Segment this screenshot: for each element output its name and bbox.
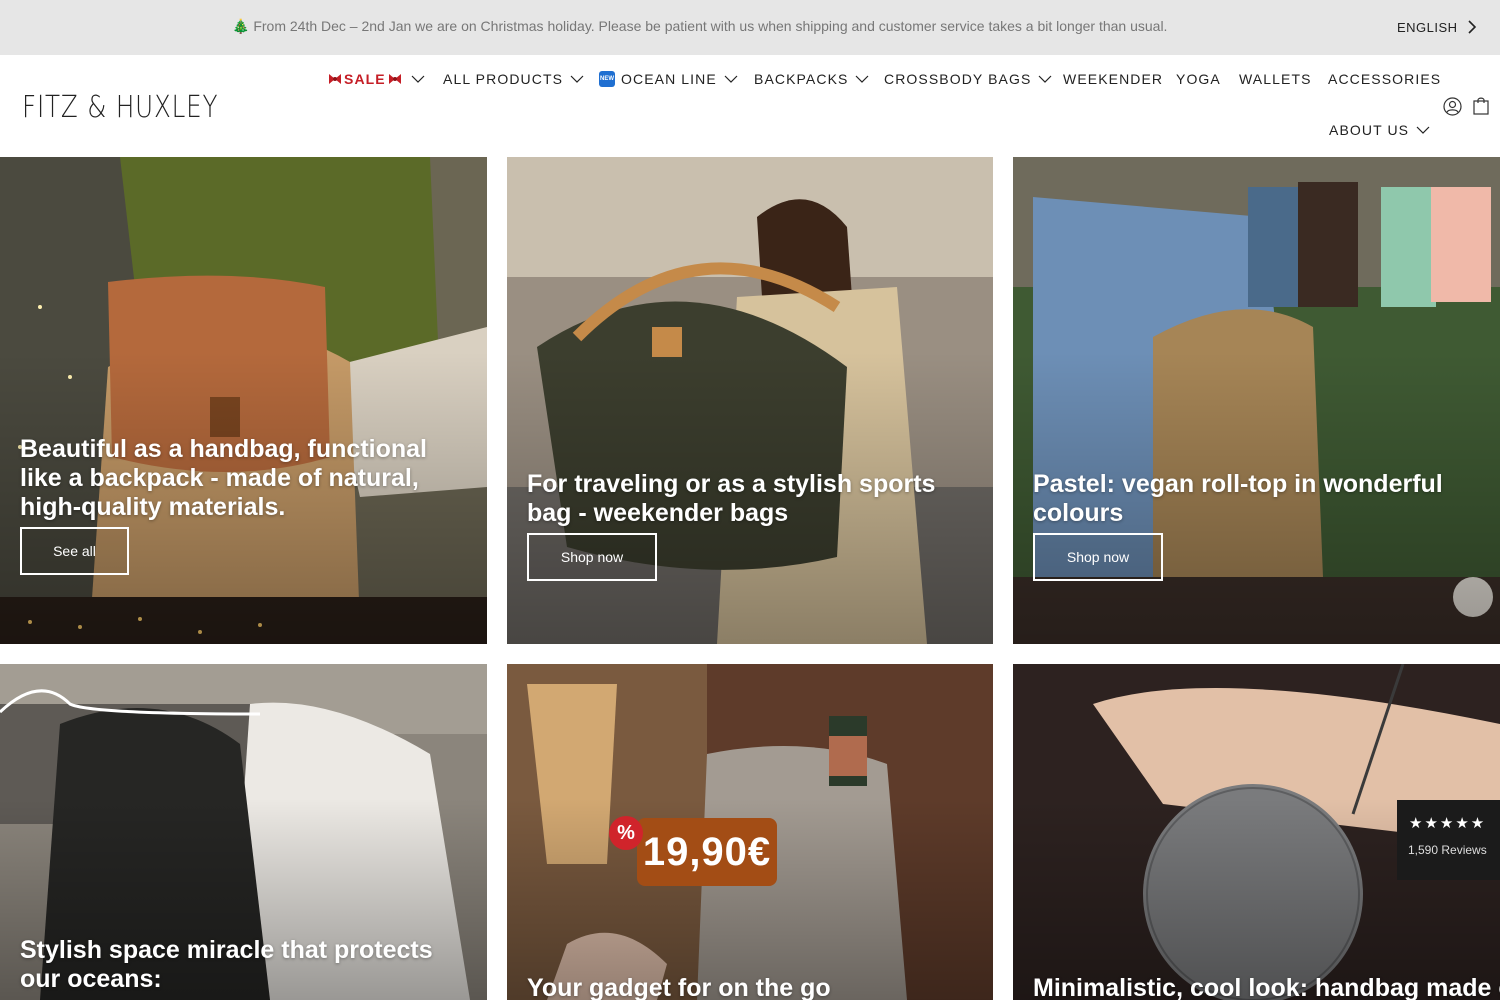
bow-icon bbox=[329, 74, 341, 84]
see-all-button[interactable]: See all bbox=[20, 527, 129, 575]
new-badge-icon: NEW bbox=[599, 71, 615, 87]
nav-item-wallets[interactable]: WALLETS bbox=[1239, 71, 1312, 87]
site-header: FITZ & HUXLEY SALE ALL PRODUCTS NEW OCEA… bbox=[0, 55, 1500, 157]
discount-percent-icon: % bbox=[609, 816, 643, 850]
collection-tile-handbag-backpacks[interactable]: Beautiful as a handbag, functional like … bbox=[0, 157, 487, 644]
price-badge: 19,90€ bbox=[637, 818, 777, 886]
chevron-down-icon bbox=[856, 75, 869, 83]
nav-label-about-us: ABOUT US bbox=[1329, 122, 1410, 138]
nav-item-backpacks[interactable]: BACKPACKS bbox=[754, 71, 869, 87]
chevron-down-icon bbox=[724, 75, 738, 83]
nav-label-yoga: YOGA bbox=[1176, 71, 1221, 87]
shop-now-button[interactable]: Shop now bbox=[527, 533, 657, 581]
tile-caption: Minimalistic, cool look: handbag made of bbox=[1033, 974, 1500, 1000]
nav-item-crossbody-bags[interactable]: CROSSBODY BAGS bbox=[884, 71, 1052, 87]
nav-label-wallets: WALLETS bbox=[1239, 71, 1312, 87]
brand-logo[interactable]: FITZ & HUXLEY bbox=[22, 90, 218, 125]
chevron-right-icon[interactable] bbox=[1464, 19, 1480, 35]
collection-tile-ocean-line[interactable]: Stylish space miracle that protects our … bbox=[0, 664, 487, 1000]
tile-caption: Your gadget for on the go bbox=[527, 974, 831, 1000]
language-selector[interactable]: ENGLISH bbox=[1397, 20, 1458, 35]
nav-item-ocean-line[interactable]: NEW OCEAN LINE bbox=[599, 71, 738, 87]
tile-caption: Stylish space miracle that protects our … bbox=[20, 936, 433, 993]
nav-label-ocean-line: OCEAN LINE bbox=[621, 71, 717, 87]
collection-tile-weekender[interactable]: For traveling or as a stylish sports bag… bbox=[507, 157, 993, 644]
tile-caption: Pastel: vegan roll-top in wonderful colo… bbox=[1033, 470, 1443, 527]
tile-caption: Beautiful as a handbag, functional like … bbox=[20, 435, 427, 521]
review-count: 1,590 Reviews bbox=[1408, 843, 1487, 857]
nav-label-backpacks: BACKPACKS bbox=[754, 71, 849, 87]
account-icon[interactable] bbox=[1443, 97, 1462, 116]
nav-label-crossbody-bags: CROSSBODY BAGS bbox=[884, 71, 1032, 87]
rating-stars-icon: ★★★★★ bbox=[1409, 815, 1487, 832]
bow-icon bbox=[388, 74, 401, 84]
tile-caption: For traveling or as a stylish sports bag… bbox=[527, 470, 936, 527]
reviews-widget[interactable]: ★★★★★ 1,590 Reviews bbox=[1397, 800, 1500, 880]
nav-item-weekender[interactable]: WEEKENDER bbox=[1063, 71, 1163, 87]
nav-label-accessories: ACCESSORIES bbox=[1328, 71, 1442, 87]
chevron-down-icon bbox=[1416, 126, 1430, 134]
collection-tile-pastel-rolltop[interactable]: Pastel: vegan roll-top in wonderful colo… bbox=[1013, 157, 1500, 644]
nav-label-all-products: ALL PRODUCTS bbox=[443, 71, 564, 87]
nav-item-accessories[interactable]: ACCESSORIES bbox=[1328, 71, 1441, 87]
nav-label-weekender: WEEKENDER bbox=[1063, 71, 1164, 87]
shop-now-button[interactable]: Shop now bbox=[1033, 533, 1163, 581]
nav-item-sale[interactable]: SALE bbox=[326, 71, 425, 87]
announcement-bar: 🎄 From 24th Dec – 2nd Jan we are on Chri… bbox=[0, 0, 1500, 55]
chevron-down-icon bbox=[570, 75, 584, 83]
collection-tile-gadget[interactable]: 19,90€ % Your gadget for on the go bbox=[507, 664, 993, 1000]
nav-item-all-products[interactable]: ALL PRODUCTS bbox=[443, 71, 584, 87]
shopping-bag-icon[interactable] bbox=[1473, 96, 1489, 115]
announcement-message: 🎄 From 24th Dec – 2nd Jan we are on Chri… bbox=[232, 18, 1168, 34]
chevron-down-icon bbox=[1038, 75, 1052, 83]
nav-item-yoga[interactable]: YOGA bbox=[1176, 71, 1221, 87]
chevron-down-icon bbox=[411, 75, 425, 83]
nav-item-about-us[interactable]: ABOUT US bbox=[1329, 122, 1430, 138]
nav-label-sale: SALE bbox=[344, 71, 386, 87]
